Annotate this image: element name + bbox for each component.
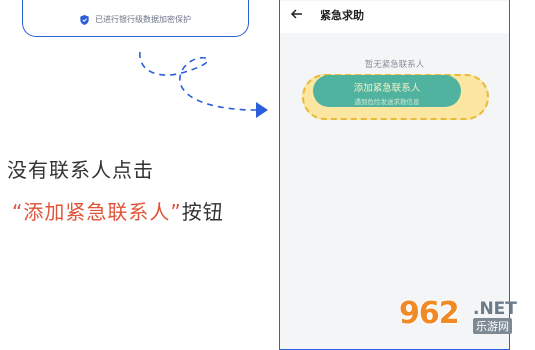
add-emergency-contact-button[interactable]: 添加紧急联系人 遇到危险发送求救信息: [313, 75, 461, 107]
arrow-left-icon[interactable]: [290, 7, 304, 21]
empty-state-text: 暂无紧急联系人: [364, 60, 425, 70]
phone-header: 紧急求助: [280, 1, 509, 33]
watermark-domain: .NET: [473, 299, 517, 319]
security-note-text: 已进行银行级数据加密保护: [95, 15, 191, 24]
quote-close: ”: [170, 200, 182, 224]
watermark-number: 962: [399, 296, 460, 331]
shield-icon: [80, 14, 89, 25]
arrow-head-icon: [256, 102, 268, 118]
instruction-suffix: 按钮: [181, 200, 224, 224]
page-title: 紧急求助: [320, 9, 364, 22]
site-watermark: 962 .NET 乐游网: [399, 296, 529, 336]
instruction-line1: 没有联系人点击: [7, 158, 154, 182]
security-card: 已进行银行级数据加密保护: [22, 0, 249, 37]
watermark-site-name: 乐游网: [473, 318, 512, 334]
security-note: 已进行银行级数据加密保护: [23, 14, 248, 25]
instruction-highlight: 添加紧急联系人: [23, 200, 171, 224]
instruction-line2: “添加紧急联系人”按钮: [12, 196, 224, 225]
add-button-label: 添加紧急联系人: [353, 83, 421, 94]
add-button-subtext: 遇到危险发送求救信息: [354, 98, 420, 106]
quote-open: “: [12, 200, 24, 224]
